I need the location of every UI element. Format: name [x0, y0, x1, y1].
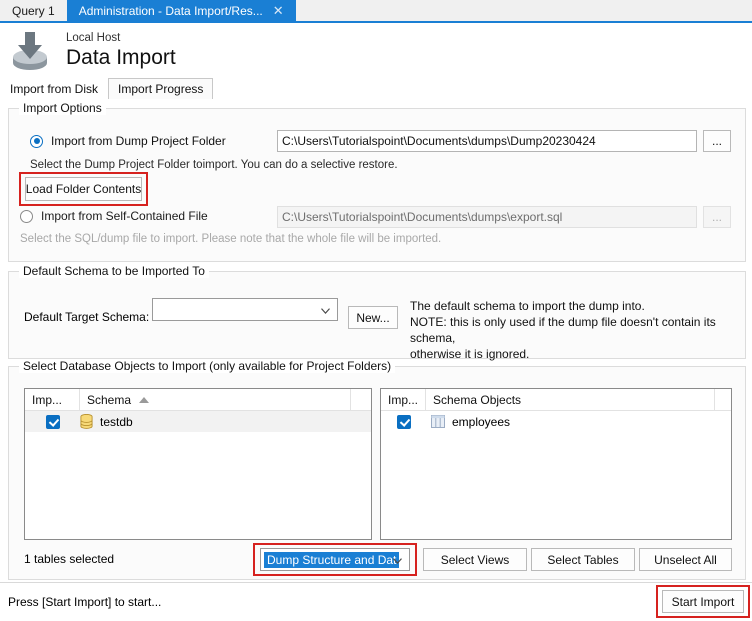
- column-header-import[interactable]: Imp...: [381, 389, 426, 410]
- editor-tab-bar: Query 1 Administration - Data Import/Res…: [0, 0, 752, 23]
- tab-import-from-disk[interactable]: Import from Disk: [0, 78, 108, 99]
- new-schema-button[interactable]: New...: [348, 306, 398, 329]
- description-line: otherwise it is ignored.: [410, 346, 752, 362]
- table-row[interactable]: employees: [381, 411, 731, 432]
- browse-label: ...: [712, 210, 722, 224]
- load-folder-contents-button[interactable]: Load Folder Contents: [25, 177, 142, 201]
- header-text-block: Local Host Data Import: [66, 33, 176, 69]
- sub-tab-label: Import Progress: [118, 82, 203, 96]
- page-header: Local Host Data Import: [0, 23, 752, 78]
- select-views-button[interactable]: Select Views: [423, 548, 527, 571]
- page-title: Data Import: [66, 47, 176, 68]
- schema-list-pane[interactable]: Imp... Schema testdb: [24, 388, 372, 540]
- database-icon: [80, 414, 93, 429]
- column-header-schema-objects[interactable]: Schema Objects: [426, 389, 715, 410]
- self-contained-file-hint: Select the SQL/dump file to import. Plea…: [20, 233, 441, 245]
- sub-tab-bar: Import from Disk Import Progress: [0, 78, 752, 99]
- dump-project-folder-path-input[interactable]: C:\Users\Tutorialspoint\Documents\dumps\…: [277, 130, 697, 152]
- chevron-down-icon: [393, 554, 402, 563]
- default-schema-description: The default schema to import the dump in…: [410, 298, 752, 362]
- browse-self-contained-file-button[interactable]: ...: [703, 206, 731, 228]
- column-header-spacer: [715, 389, 731, 410]
- sub-tab-label: Import from Disk: [10, 82, 98, 96]
- chevron-down-icon: [321, 304, 330, 313]
- column-header-spacer: [351, 389, 371, 410]
- row-import-checkbox-cell[interactable]: [381, 415, 426, 429]
- tab-label: Administration - Data Import/Res...: [79, 4, 263, 18]
- schema-list-header: Imp... Schema: [25, 389, 371, 411]
- dump-type-value: Dump Structure and Dat: [264, 552, 399, 568]
- unselect-all-button[interactable]: Unselect All: [639, 548, 732, 571]
- status-bar: Press [Start Import] to start... Start I…: [0, 582, 752, 621]
- row-object-cell: employees: [426, 415, 510, 429]
- select-tables-button[interactable]: Select Tables: [531, 548, 635, 571]
- unselect-all-label: Unselect All: [654, 553, 717, 567]
- object-name: employees: [452, 415, 510, 429]
- radio-import-from-dump-project-folder[interactable]: Import from Dump Project Folder: [30, 134, 226, 148]
- start-import-label: Start Import: [672, 595, 735, 609]
- browse-dump-project-folder-button[interactable]: ...: [703, 130, 731, 152]
- path-value: C:\Users\Tutorialspoint\Documents\dumps\…: [282, 134, 596, 148]
- browse-label: ...: [712, 134, 722, 148]
- tab-label: Query 1: [12, 4, 55, 18]
- close-icon[interactable]: ✕: [273, 4, 284, 17]
- select-views-label: Select Views: [441, 553, 509, 567]
- dump-type-select[interactable]: Dump Structure and Dat: [260, 548, 410, 571]
- table-row[interactable]: testdb: [25, 411, 371, 432]
- radio-label: Import from Dump Project Folder: [51, 134, 226, 148]
- self-contained-file-path-input[interactable]: C:\Users\Tutorialspoint\Documents\dumps\…: [277, 206, 697, 228]
- path-value: C:\Users\Tutorialspoint\Documents\dumps\…: [282, 210, 562, 224]
- column-header-import[interactable]: Imp...: [25, 389, 80, 410]
- select-tables-label: Select Tables: [547, 553, 618, 567]
- schema-name: testdb: [100, 415, 133, 429]
- radio-indicator[interactable]: [20, 210, 33, 223]
- row-import-checkbox-cell[interactable]: [25, 415, 80, 429]
- new-schema-label: New...: [356, 311, 389, 325]
- data-import-icon: [6, 28, 54, 74]
- description-line: NOTE: this is only used if the dump file…: [410, 314, 752, 346]
- default-target-schema-label: Default Target Schema:: [24, 310, 149, 324]
- column-header-schema[interactable]: Schema: [80, 389, 351, 410]
- radio-label: Import from Self-Contained File: [41, 209, 208, 223]
- schema-objects-list-header: Imp... Schema Objects: [381, 389, 731, 411]
- tab-administration-data-import[interactable]: Administration - Data Import/Res... ✕: [67, 0, 296, 21]
- checkbox-import[interactable]: [46, 415, 60, 429]
- header-subtitle: Local Host: [66, 33, 176, 45]
- tab-query-1[interactable]: Query 1: [0, 0, 67, 21]
- default-target-schema-select[interactable]: [152, 298, 338, 321]
- radio-indicator[interactable]: [30, 135, 43, 148]
- default-schema-title: Default Schema to be Imported To: [19, 264, 209, 278]
- status-message: Press [Start Import] to start...: [8, 595, 161, 609]
- load-folder-contents-label: Load Folder Contents: [26, 182, 141, 196]
- import-options-title: Import Options: [19, 101, 106, 115]
- sort-ascending-icon: [139, 397, 149, 403]
- tab-import-progress[interactable]: Import Progress: [108, 78, 213, 99]
- table-icon: [431, 415, 445, 428]
- column-header-schema-label: Schema: [87, 393, 131, 407]
- checkbox-import[interactable]: [397, 415, 411, 429]
- radio-import-from-self-contained-file[interactable]: Import from Self-Contained File: [20, 209, 208, 223]
- selection-status-label: 1 tables selected: [24, 552, 114, 566]
- dump-project-folder-hint: Select the Dump Project Folder toimport.…: [30, 159, 398, 171]
- description-line: The default schema to import the dump in…: [410, 298, 752, 314]
- schema-objects-list-pane[interactable]: Imp... Schema Objects employees: [380, 388, 732, 540]
- start-import-button[interactable]: Start Import: [662, 590, 744, 613]
- row-schema-cell: testdb: [80, 414, 133, 429]
- database-objects-title: Select Database Objects to Import (only …: [19, 359, 395, 373]
